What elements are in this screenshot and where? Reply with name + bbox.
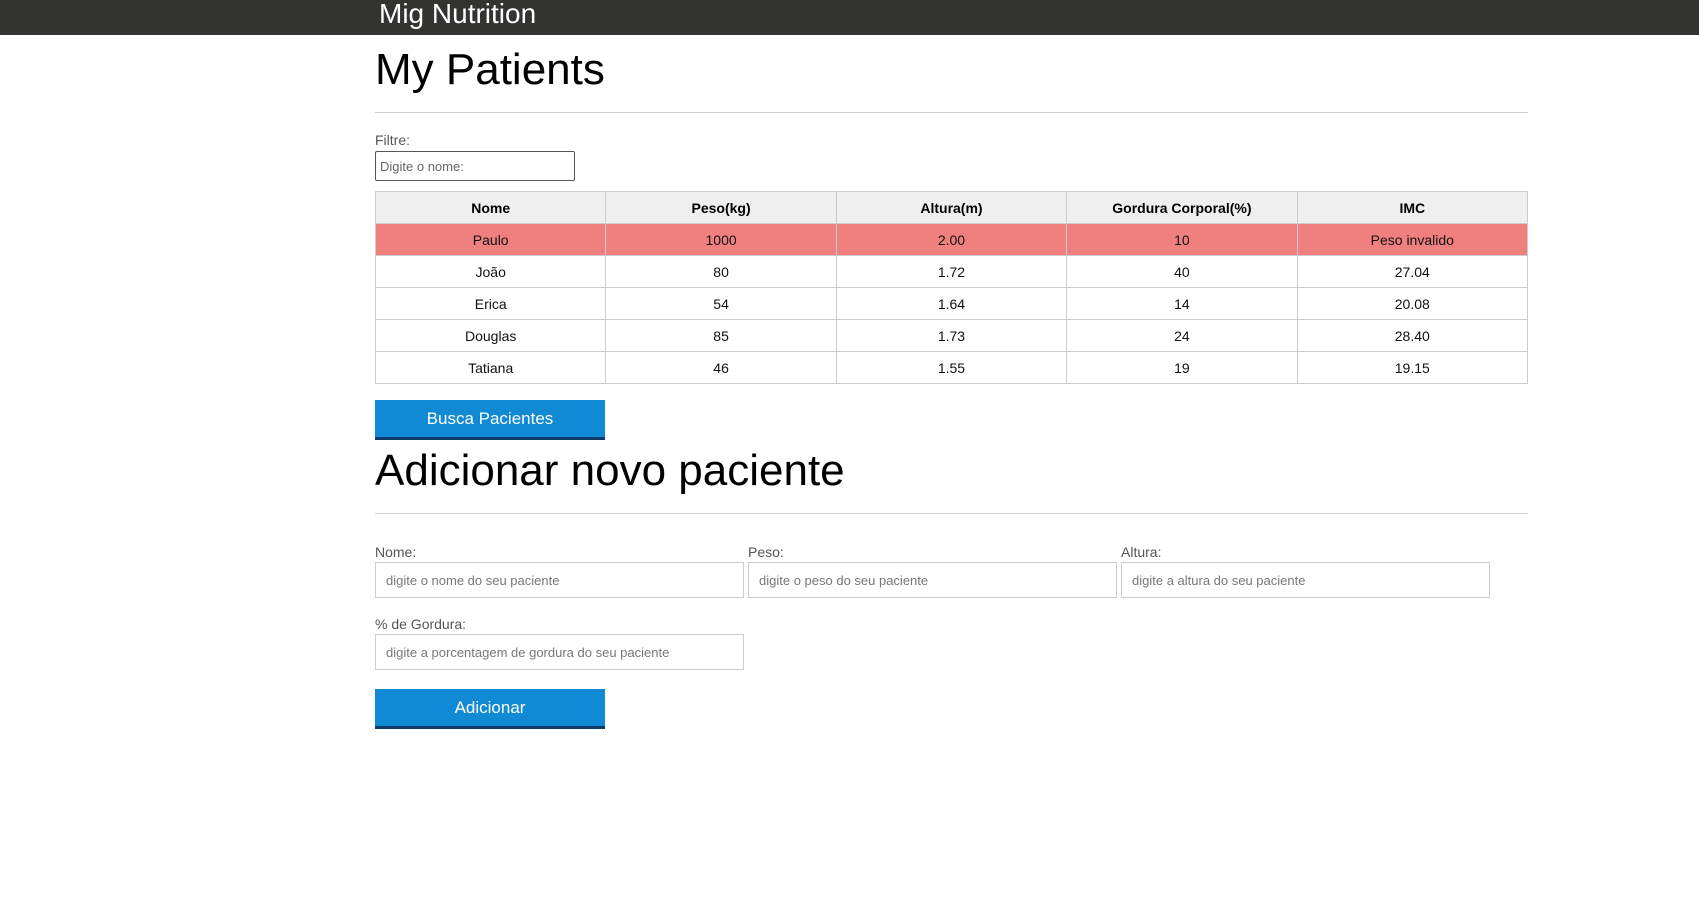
altura-label: Altura:: [1121, 544, 1162, 560]
cell-gordura: 14: [1066, 287, 1298, 320]
cell-nome: Erica: [374, 287, 607, 320]
section-divider: [375, 112, 1528, 113]
section-divider: [375, 513, 1528, 514]
peso-field[interactable]: [748, 562, 1117, 598]
busca-pacientes-button[interactable]: Busca Pacientes: [375, 400, 605, 440]
cell-altura: 2.00: [835, 223, 1068, 256]
cell-altura: 1.72: [835, 255, 1068, 288]
peso-label: Peso:: [748, 544, 784, 560]
cell-altura: 1.73: [835, 319, 1068, 352]
cell-peso: 80: [605, 255, 837, 288]
cell-imc: 20.08: [1296, 287, 1529, 320]
cell-gordura: 40: [1066, 255, 1298, 288]
table-row: Douglas 85 1.73 24 28.40: [374, 319, 1529, 352]
filter-label: Filtre:: [375, 132, 410, 148]
cell-gordura: 19: [1066, 351, 1298, 384]
column-header-peso: Peso(kg): [605, 191, 837, 224]
cell-peso: 54: [605, 287, 837, 320]
column-header-nome: Nome: [374, 191, 607, 224]
add-patient-title: Adicionar novo paciente: [375, 446, 845, 495]
table-row: Tatiana 46 1.55 19 19.15: [374, 351, 1529, 384]
gordura-label: % de Gordura:: [375, 616, 467, 632]
gordura-field[interactable]: [375, 634, 744, 670]
page-title: My Patients: [375, 45, 605, 94]
cell-nome: Paulo: [374, 223, 607, 256]
cell-peso: 85: [605, 319, 837, 352]
cell-altura: 1.64: [835, 287, 1068, 320]
table-row: Paulo 1000 2.00 10 Peso invalido: [374, 223, 1529, 256]
patients-table: Nome Peso(kg) Altura(m) Gordura Corporal…: [374, 191, 1529, 384]
column-header-altura: Altura(m): [835, 191, 1068, 224]
top-navbar: Mig Nutrition: [0, 0, 1699, 35]
nome-label: Nome:: [375, 544, 417, 560]
table-header-row: Nome Peso(kg) Altura(m) Gordura Corporal…: [374, 191, 1529, 224]
cell-imc: 28.40: [1296, 319, 1529, 352]
cell-gordura: 24: [1066, 319, 1298, 352]
brand-title: Mig Nutrition: [379, 0, 537, 29]
cell-imc: 19.15: [1296, 351, 1529, 384]
cell-nome: Douglas: [374, 319, 607, 352]
adicionar-button[interactable]: Adicionar: [375, 689, 605, 729]
filter-input[interactable]: [375, 151, 575, 181]
table-row: João 80 1.72 40 27.04: [374, 255, 1529, 288]
column-header-imc: IMC: [1296, 191, 1529, 224]
cell-peso: 1000: [605, 223, 837, 256]
cell-imc: Peso invalido: [1296, 223, 1529, 256]
cell-imc: 27.04: [1296, 255, 1529, 288]
cell-nome: João: [374, 255, 607, 288]
column-header-gordura: Gordura Corporal(%): [1066, 191, 1298, 224]
cell-gordura: 10: [1066, 223, 1298, 256]
cell-nome: Tatiana: [374, 351, 607, 384]
cell-peso: 46: [605, 351, 837, 384]
cell-altura: 1.55: [835, 351, 1068, 384]
table-row: Erica 54 1.64 14 20.08: [374, 287, 1529, 320]
altura-field[interactable]: [1121, 562, 1490, 598]
nome-field[interactable]: [375, 562, 744, 598]
